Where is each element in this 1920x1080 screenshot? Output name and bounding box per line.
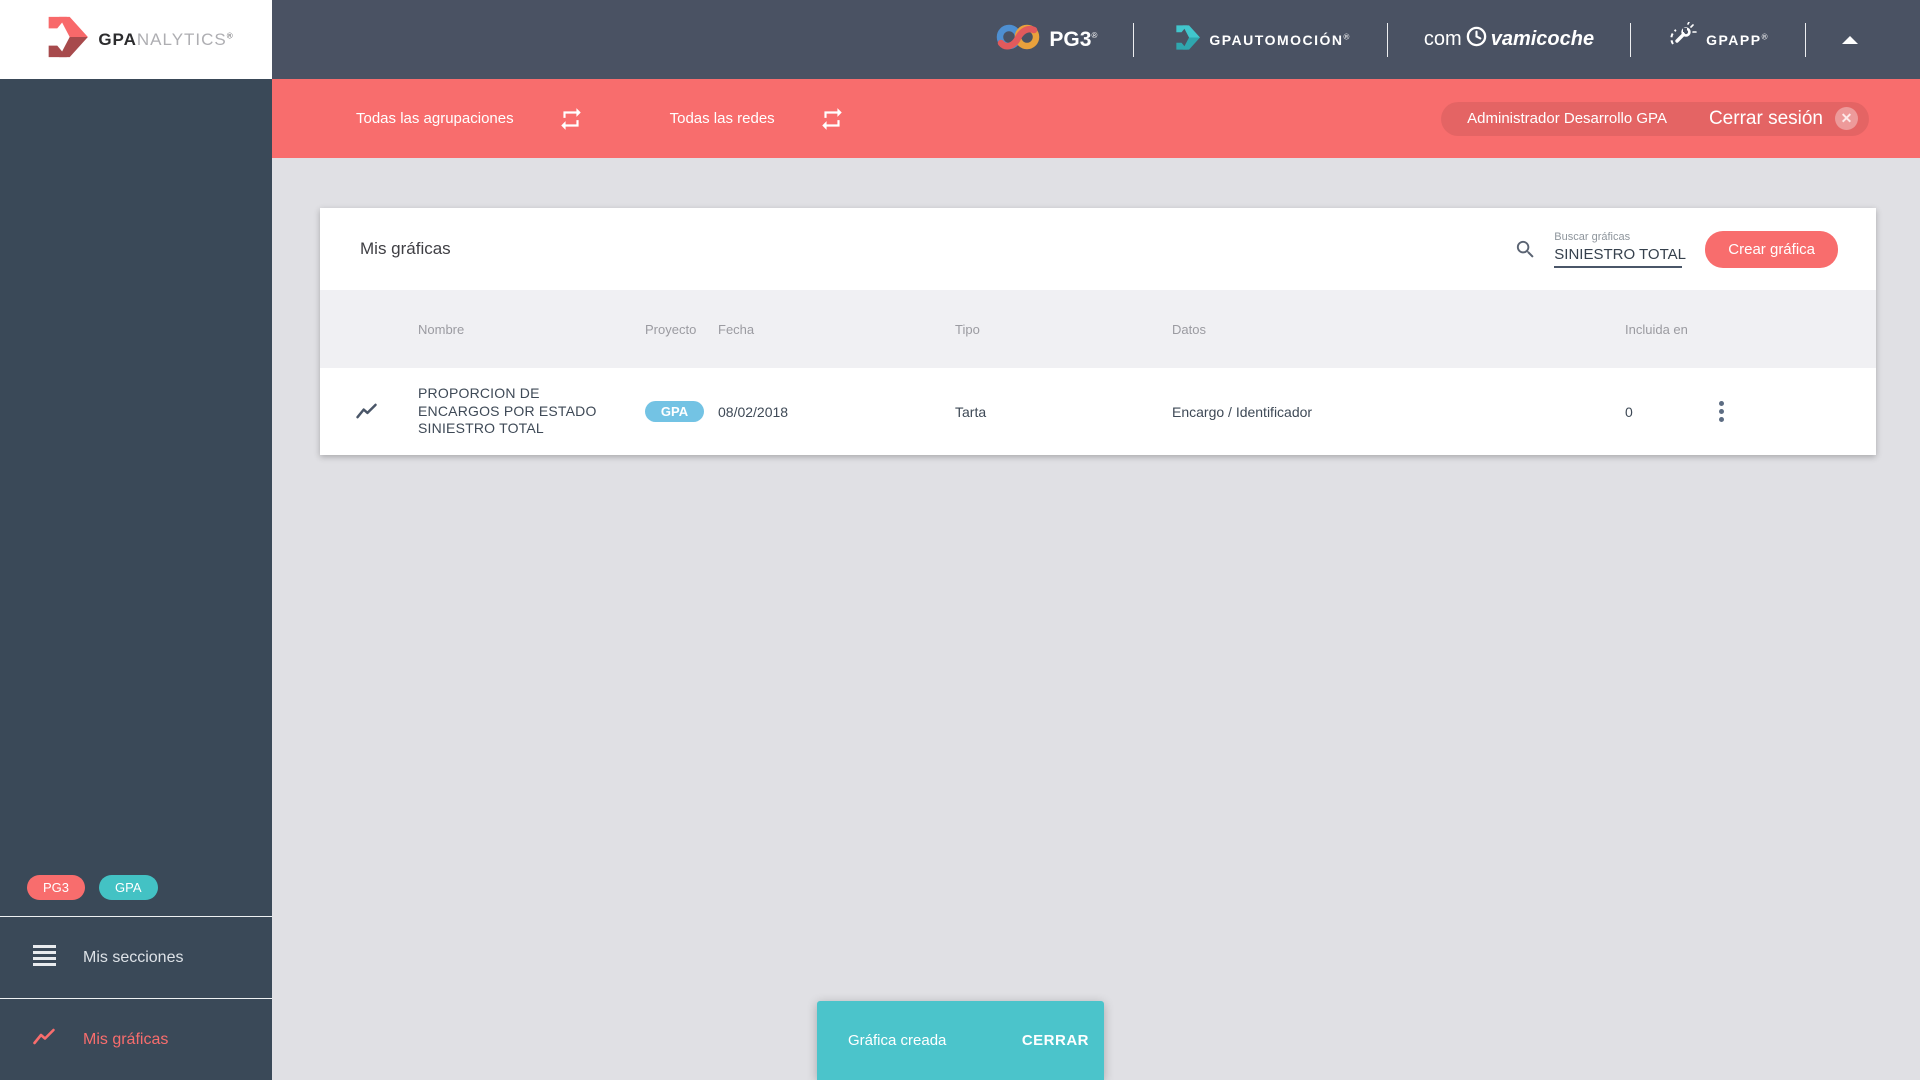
gpapp-label: GPAPP® <box>1706 31 1769 48</box>
badge-gpa[interactable]: GPA <box>99 875 158 900</box>
snackbar-message: Gráfica creada <box>848 1032 947 1049</box>
sidebar: PG3 GPA Mis secciones Mis gráficas <box>0 79 272 1080</box>
table-header-row: Nombre Proyecto Fecha Tipo Datos Incluid… <box>320 290 1876 368</box>
topbar-divider <box>1805 22 1806 57</box>
sidebar-bottom: PG3 GPA Mis secciones Mis gráficas <box>0 875 272 1080</box>
topbar-divider <box>1386 22 1388 57</box>
row-menu-icon[interactable] <box>1715 395 1728 428</box>
gpautomocion-label: GPAUTOMOCIÓN® <box>1209 31 1351 48</box>
comvamicoche-logo[interactable]: com vamicoche <box>1424 25 1594 54</box>
gpanalytics-wordmark: GPANALYTICS® <box>98 29 234 49</box>
sidebar-item-label: Mis secciones <box>83 948 184 966</box>
comvamicoche-prefix: com <box>1423 28 1462 50</box>
badge-pg3[interactable]: PG3 <box>27 875 86 900</box>
pg3-logo[interactable]: PG3® <box>996 21 1097 58</box>
sidebar-badges: PG3 GPA <box>0 875 272 916</box>
gpanalytics-logo[interactable]: GPANALYTICS® <box>0 0 272 79</box>
row-type: Tarta <box>955 403 987 420</box>
snackbar-close-button[interactable]: CERRAR <box>1022 1032 1089 1049</box>
logout-close-icon[interactable]: ✕ <box>1835 107 1858 130</box>
row-data: Encargo / Identificador <box>1172 403 1313 420</box>
sidebar-item-label: Mis gráficas <box>83 1030 169 1048</box>
column-header-incluida-en: Incluida en <box>1625 321 1688 337</box>
column-header-datos: Datos <box>1172 321 1206 337</box>
menu-icon <box>32 944 57 971</box>
gpapp-logo[interactable]: GPAPP® <box>1667 21 1769 57</box>
line-chart-icon <box>32 1027 57 1052</box>
page-title: Mis gráficas <box>360 239 451 258</box>
content-area: Mis gráficas Buscar gráficas SINIESTRO T… <box>272 158 1920 1080</box>
app-switcher-bar: PG3® GPAUTOMOCIÓN® com vamicoche GPAPP® <box>272 0 1920 79</box>
topbar-divider <box>1630 22 1632 57</box>
charts-card: Mis gráficas Buscar gráficas SINIESTRO T… <box>320 208 1876 455</box>
header: GPANALYTICS® PG3® GPAUTOMOCIÓN® com vami… <box>0 0 1920 79</box>
topbar-divider <box>1133 22 1135 57</box>
card-header: Mis gráficas Buscar gráficas SINIESTRO T… <box>320 208 1876 290</box>
sidebar-item-mis-secciones[interactable]: Mis secciones <box>0 917 272 998</box>
search-input-value: SINIESTRO TOTAL <box>1554 245 1686 263</box>
main-area: Todas las agrupaciones Todas las redes A… <box>272 79 1920 1080</box>
comvamicoche-suffix: vamicoche <box>1490 28 1595 50</box>
row-date: 08/02/2018 <box>718 403 789 420</box>
networks-filter-label[interactable]: Todas las redes <box>670 110 775 127</box>
networks-swap-icon[interactable] <box>819 106 845 132</box>
column-header-fecha: Fecha <box>718 321 755 337</box>
snackbar: Gráfica creada CERRAR <box>817 1001 1104 1080</box>
row-included-in: 0 <box>1625 403 1633 420</box>
create-chart-button[interactable]: Crear gráfica <box>1705 230 1838 268</box>
column-header-nombre: Nombre <box>418 321 465 337</box>
groupings-filter-label[interactable]: Todas las agrupaciones <box>356 110 514 127</box>
user-name: Administrador Desarrollo GPA <box>1467 110 1667 127</box>
user-session-pill: Administrador Desarrollo GPA Cerrar sesi… <box>1441 101 1869 136</box>
row-name: PROPORCION DE ENCARGOS POR ESTADO SINIES… <box>418 385 597 437</box>
search-input[interactable]: Buscar gráficas SINIESTRO TOTAL <box>1554 230 1686 268</box>
row-project-badge: GPA <box>645 401 704 422</box>
gpanalytics-arrow-icon <box>38 15 89 64</box>
column-header-tipo: Tipo <box>955 321 980 337</box>
search-input-label: Buscar gráficas <box>1554 230 1631 243</box>
clock-icon <box>1465 25 1488 54</box>
row-chart-type-icon <box>320 402 418 421</box>
gpautomocion-logo[interactable]: GPAUTOMOCIÓN® <box>1170 24 1351 56</box>
pg3-infinity-icon <box>996 21 1040 58</box>
column-header-proyecto: Proyecto <box>645 321 697 337</box>
gpapp-wrench-icon <box>1667 21 1697 57</box>
logout-button[interactable]: Cerrar sesión <box>1709 108 1823 130</box>
gpautomocion-arrow-icon <box>1170 24 1201 56</box>
filter-bar: Todas las agrupaciones Todas las redes A… <box>272 79 1920 158</box>
table-row[interactable]: PROPORCION DE ENCARGOS POR ESTADO SINIES… <box>320 368 1876 455</box>
pg3-label: PG3® <box>1049 27 1098 51</box>
collapse-up-icon[interactable] <box>1842 35 1858 44</box>
sidebar-item-mis-graficas[interactable]: Mis gráficas <box>0 999 272 1080</box>
groupings-swap-icon[interactable] <box>558 106 584 132</box>
search-icon[interactable] <box>1514 238 1537 261</box>
